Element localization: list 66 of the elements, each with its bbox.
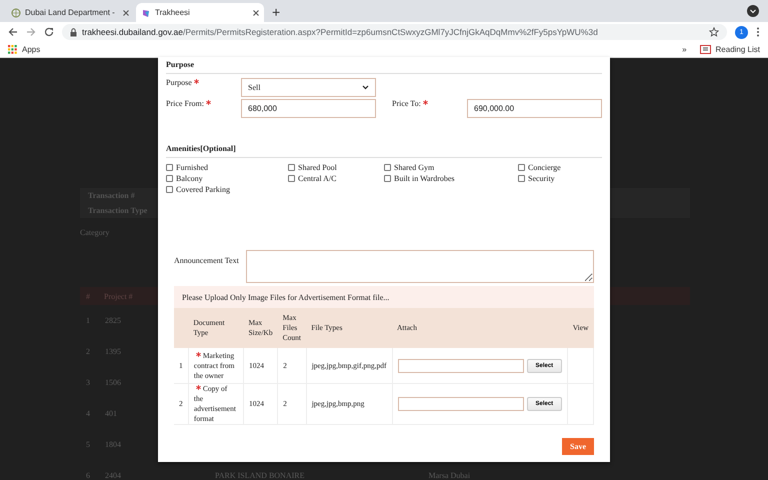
checkbox-label: Balcony (176, 174, 203, 182)
checkbox[interactable] (166, 186, 173, 192)
table-cell: 1804 (105, 440, 121, 449)
lock-icon (70, 28, 77, 36)
checkbox-label: Furnished (176, 162, 208, 172)
table-cell: 3 (86, 378, 91, 387)
apps-bookmark[interactable]: Apps (22, 45, 40, 54)
apps-grid-icon[interactable] (8, 45, 17, 54)
chevron-down-icon (362, 85, 369, 90)
more-bookmarks-button[interactable]: » (682, 45, 687, 54)
back-icon[interactable] (8, 27, 18, 37)
checkbox-label: Concierge (528, 162, 561, 172)
table-cell: 1395 (105, 347, 121, 356)
more-menu-icon[interactable] (756, 27, 760, 37)
field-label: Purpose (166, 78, 192, 87)
section-heading: Amenities[Optional] (166, 144, 602, 158)
close-icon[interactable] (253, 10, 259, 16)
browser-tab[interactable]: Dubai Land Department - (6, 3, 134, 22)
browser-tab[interactable]: Trakheesi (136, 3, 264, 22)
file-input[interactable] (398, 358, 524, 372)
checkbox-label: Shared Pool (298, 162, 337, 172)
checkbox[interactable] (518, 164, 525, 170)
app-logo-icon (141, 8, 151, 18)
reading-list-button[interactable]: Reading List (716, 45, 760, 54)
forward-icon[interactable] (26, 27, 36, 37)
price-input[interactable]: 690,000.00 (467, 99, 602, 118)
checkbox[interactable] (166, 164, 173, 170)
table-cell: 6 (86, 471, 91, 480)
checkbox[interactable] (518, 174, 525, 182)
star-icon[interactable] (709, 27, 719, 37)
new-tab-button[interactable]: + (266, 4, 286, 22)
table-cell: PARK ISLAND BONAIRE (215, 471, 304, 480)
checkbox-label: Built in Wardrobes (394, 174, 455, 182)
table-cell: 401 (105, 409, 117, 418)
table-cell: 2 (86, 347, 91, 356)
price-input[interactable]: 680,000 (241, 99, 376, 118)
table-cell: 2404 (105, 471, 121, 480)
checkbox[interactable] (288, 164, 295, 170)
table-cell: 2825 (105, 316, 121, 325)
url-text: trakheesi.dubailand.gov.ae/Permits/PermitsRegisteration.aspx?PermitId=zp6umsnCtSwxyzGMl7yJCfnjGkAqDqMmv%2fFy5psYpWU%3d (82, 27, 598, 37)
checkbox-label: Central A/C (298, 174, 336, 182)
file-input[interactable] (398, 397, 524, 411)
checkbox-label: Security (528, 174, 555, 182)
section-heading: Purpose (166, 60, 602, 74)
table-cell: 1506 (105, 378, 121, 387)
upload-notice: Please Upload Only Image Files for Advertisement Format file... (174, 286, 594, 308)
address-bar[interactable]: trakheesi.dubailand.gov.ae/Permits/PermitsRegisteration.aspx?PermitId=zp6umsnCtSwxyzGMl7yJCfnjGkAqDqMmv%2fFy5psYpWU%3d (62, 24, 727, 40)
checkbox[interactable] (166, 174, 173, 182)
checkbox[interactable] (384, 164, 391, 170)
checkbox[interactable] (384, 174, 391, 182)
field-label: Price From: (166, 99, 204, 108)
table-cell: Marsa Dubai (428, 471, 470, 480)
checkbox-label: Shared Gym (394, 162, 434, 172)
purpose-dropdown[interactable]: Sell (241, 78, 376, 97)
close-icon[interactable] (123, 10, 129, 16)
column-header: # (86, 292, 90, 300)
checkbox-label: Covered Parking (176, 184, 230, 194)
table-cell: 5 (86, 440, 91, 449)
globe-icon (11, 8, 21, 18)
field-label: Price To: (392, 99, 421, 108)
table-cell: 4 (86, 409, 91, 418)
checkbox[interactable] (288, 174, 295, 182)
field-label: Announcement Text (174, 255, 240, 267)
reading-list-icon[interactable] (700, 45, 711, 54)
field-label: Category (80, 228, 110, 237)
reload-icon[interactable] (44, 27, 54, 37)
